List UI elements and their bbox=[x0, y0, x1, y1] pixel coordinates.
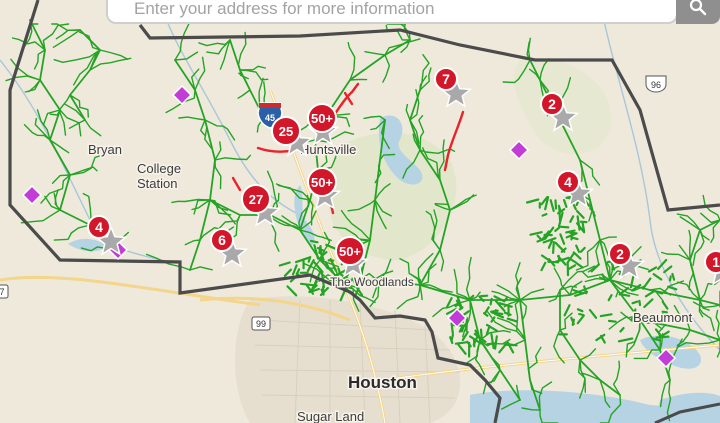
service-cluster-line bbox=[307, 255, 312, 263]
map-container[interactable]: Bryan College Station Huntsville The Woo… bbox=[0, 0, 720, 423]
address-search-input[interactable] bbox=[132, 0, 666, 22]
service-cluster-line bbox=[558, 207, 562, 222]
svg-text:7: 7 bbox=[0, 287, 5, 297]
service-branch-line bbox=[349, 78, 368, 81]
service-cluster-line bbox=[486, 342, 497, 346]
outage-count-label: 7 bbox=[442, 71, 450, 87]
city-label: Station bbox=[137, 176, 177, 191]
outage-count-label: 1 bbox=[712, 254, 720, 270]
city-label: Houston bbox=[348, 373, 417, 392]
outage-count-label: 4 bbox=[564, 174, 572, 190]
service-cluster-line bbox=[571, 318, 575, 326]
service-cluster-line bbox=[607, 319, 617, 323]
service-cluster-line bbox=[638, 299, 642, 307]
service-cluster-line bbox=[450, 322, 454, 335]
highway-shield-state: 7 bbox=[0, 284, 9, 299]
svg-text:99: 99 bbox=[256, 319, 266, 329]
city-label: Huntsville bbox=[300, 142, 356, 157]
outage-count-label: 27 bbox=[249, 192, 263, 207]
service-cluster-line bbox=[541, 213, 548, 217]
city-label: College bbox=[137, 161, 181, 176]
svg-text:96: 96 bbox=[651, 80, 661, 90]
outage-count-label: 4 bbox=[95, 219, 103, 235]
service-cluster-line bbox=[655, 335, 670, 339]
service-cluster-line bbox=[490, 309, 499, 313]
city-label: Bryan bbox=[88, 142, 122, 157]
service-cluster-line bbox=[570, 231, 574, 241]
service-cluster-line bbox=[547, 260, 560, 264]
highway-shield-us: 96 bbox=[645, 75, 667, 93]
highway-shield-state: 99 bbox=[251, 316, 271, 331]
outage-count-label: 2 bbox=[548, 96, 556, 112]
city-label: The Woodlands bbox=[330, 275, 414, 289]
outage-count-label: 25 bbox=[279, 124, 293, 139]
outage-count-label: 50+ bbox=[339, 244, 361, 259]
svg-text:45: 45 bbox=[265, 113, 275, 123]
service-cluster-line bbox=[461, 325, 465, 333]
outage-count-label: 50+ bbox=[311, 175, 333, 190]
outage-count-label: 2 bbox=[616, 246, 624, 262]
service-cluster-line bbox=[557, 254, 561, 262]
address-search-box bbox=[106, 0, 678, 24]
city-label: Sugar Land bbox=[297, 409, 364, 423]
outage-count-label: 50+ bbox=[311, 111, 333, 126]
service-cluster-line bbox=[554, 199, 558, 210]
search-icon bbox=[689, 0, 707, 16]
service-cluster-line bbox=[454, 341, 468, 345]
service-cluster-line bbox=[489, 297, 493, 306]
service-cluster-line bbox=[578, 312, 585, 317]
service-cluster-line bbox=[558, 225, 570, 229]
service-cluster-line bbox=[552, 240, 555, 254]
city-label: Beaumont bbox=[633, 310, 693, 325]
service-cluster-line bbox=[309, 239, 319, 244]
service-cluster-line bbox=[337, 267, 341, 274]
service-cluster-line bbox=[631, 300, 639, 305]
service-cluster-line bbox=[668, 275, 672, 282]
service-area-map[interactable]: Bryan College Station Huntsville The Woo… bbox=[0, 0, 720, 423]
outage-count-label: 6 bbox=[218, 232, 226, 248]
search-button[interactable] bbox=[676, 0, 720, 24]
